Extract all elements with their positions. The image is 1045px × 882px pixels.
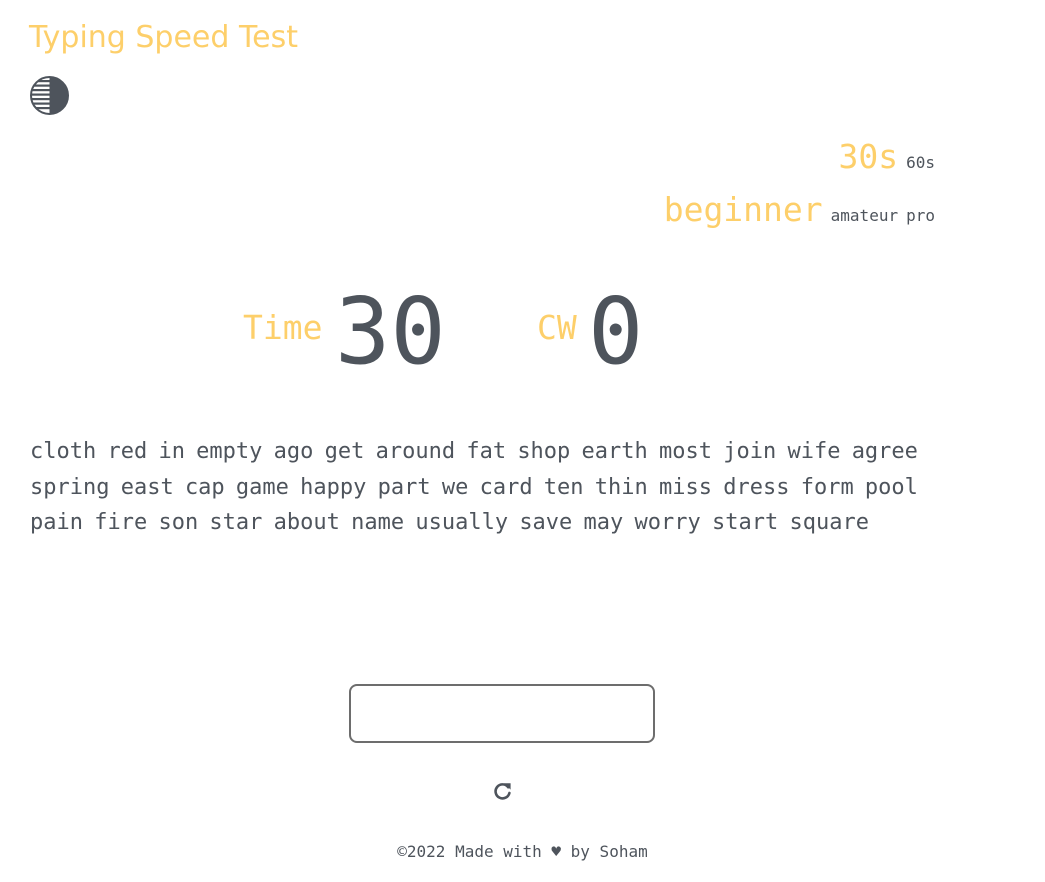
time-value: 30 <box>335 278 446 385</box>
correct-words-label: CW <box>537 308 577 347</box>
time-options: 30s 60s <box>832 134 935 186</box>
word-list: cloth red in empty ago get around fat sh… <box>30 439 918 535</box>
level-option-amateur[interactable]: amateur <box>831 206 898 225</box>
level-option-pro[interactable]: pro <box>906 206 935 225</box>
level-options: beginner amateur pro <box>658 187 935 239</box>
stats-panel: Time 30 CW 0 <box>0 282 1045 382</box>
time-option-30s[interactable]: 30s <box>838 137 898 176</box>
time-label: Time <box>243 308 323 347</box>
level-option-beginner[interactable]: beginner <box>664 190 823 229</box>
time-option-60s[interactable]: 60s <box>906 153 935 172</box>
footer: ©2022 Made with ♥ by Soham <box>397 842 648 861</box>
theme-toggle-button[interactable] <box>30 76 69 115</box>
page-title: Typing Speed Test <box>29 20 299 55</box>
correct-words-value: 0 <box>588 278 644 385</box>
restart-icon <box>494 783 511 800</box>
typing-input[interactable] <box>349 684 655 743</box>
half-circle-contrast-icon <box>30 76 69 115</box>
restart-button[interactable] <box>492 781 513 802</box>
